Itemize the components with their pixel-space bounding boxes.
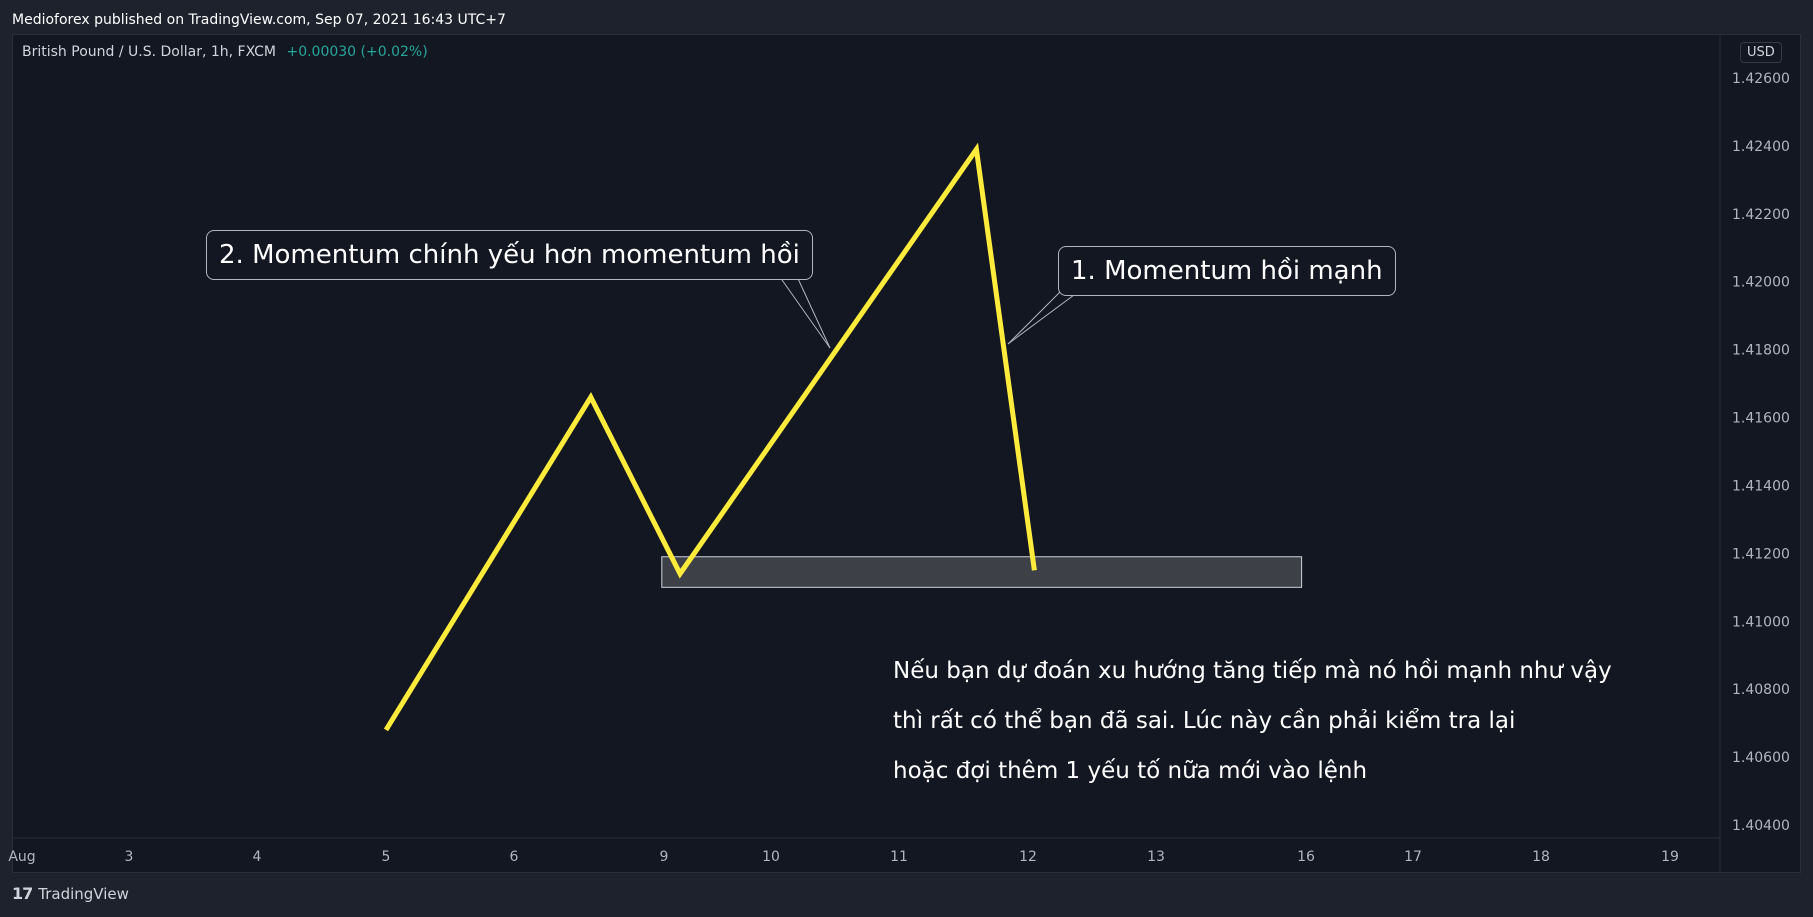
y-tick-label: 1.42000 — [1732, 275, 1790, 291]
note-line-2: thì rất có thể bạn đã sai. Lúc này cần p… — [893, 708, 1516, 734]
tradingview-logo-icon: 𝟭𝟳 — [12, 884, 33, 903]
footer-branding[interactable]: 𝟭𝟳 TradingView — [12, 884, 129, 903]
x-axis[interactable]: Aug 3 4 5 6 9 10 11 12 13 16 17 18 19 — [8, 849, 1679, 865]
y-axis[interactable]: 1.42600 1.42400 1.42200 1.42000 1.41800 1.416… — [1732, 71, 1790, 834]
y-tick-label: 1.41800 — [1732, 343, 1790, 359]
callout-first-pointer — [1007, 291, 1079, 345]
y-tick-label: 1.41400 — [1732, 478, 1790, 494]
y-tick-label: 1.40400 — [1732, 818, 1790, 834]
y-tick-label: 1.40800 — [1732, 682, 1790, 698]
y-tick-label: 1.40600 — [1732, 750, 1790, 766]
x-tick-label: 5 — [382, 849, 391, 865]
currency-badge[interactable]: USD — [1740, 42, 1782, 63]
callout-second-pointer — [793, 269, 831, 349]
x-tick-label: 4 — [253, 849, 262, 865]
x-tick-label: 11 — [890, 849, 908, 865]
x-tick-label: 10 — [762, 849, 780, 865]
y-tick-label: 1.41000 — [1732, 614, 1790, 630]
callout-first-pointer-edge — [1007, 291, 1061, 345]
y-tick-label: 1.42400 — [1732, 139, 1790, 155]
callout-first[interactable]: 1. Momentum hồi mạnh — [1058, 246, 1396, 296]
x-tick-label: 19 — [1661, 849, 1679, 865]
y-tick-label: 1.42600 — [1732, 71, 1790, 87]
x-tick-label: 3 — [125, 849, 134, 865]
x-tick-label: Aug — [8, 849, 35, 865]
callout-second[interactable]: 2. Momentum chính yếu hơn momentum hồi — [206, 230, 813, 280]
x-tick-label: 6 — [510, 849, 519, 865]
price-change: +0.00030 (+0.02%) — [286, 44, 428, 60]
symbol-info[interactable]: British Pound / U.S. Dollar, 1h, FXCM +0… — [22, 44, 428, 60]
x-tick-label: 17 — [1404, 849, 1422, 865]
x-tick-label: 9 — [660, 849, 669, 865]
y-tick-label: 1.41200 — [1732, 546, 1790, 562]
footer-logo-text: TradingView — [38, 884, 129, 903]
note-line-1: Nếu bạn dự đoán xu hướng tăng tiếp mà nó… — [893, 658, 1612, 684]
note-line-3: hoặc đợi thêm 1 yếu tố nữa mới vào lệnh — [893, 758, 1368, 784]
callout-second-pointer-edge — [774, 269, 831, 349]
x-tick-label: 18 — [1532, 849, 1550, 865]
y-tick-label: 1.41600 — [1732, 411, 1790, 427]
symbol-name: British Pound / U.S. Dollar, 1h, FXCM — [22, 44, 277, 60]
support-zone[interactable] — [661, 556, 1303, 588]
y-tick-label: 1.42200 — [1732, 207, 1790, 223]
x-tick-label: 13 — [1147, 849, 1165, 865]
x-tick-label: 12 — [1019, 849, 1037, 865]
x-tick-label: 16 — [1297, 849, 1315, 865]
analysis-note: Nếu bạn dự đoán xu hướng tăng tiếp mà nó… — [893, 646, 1653, 796]
